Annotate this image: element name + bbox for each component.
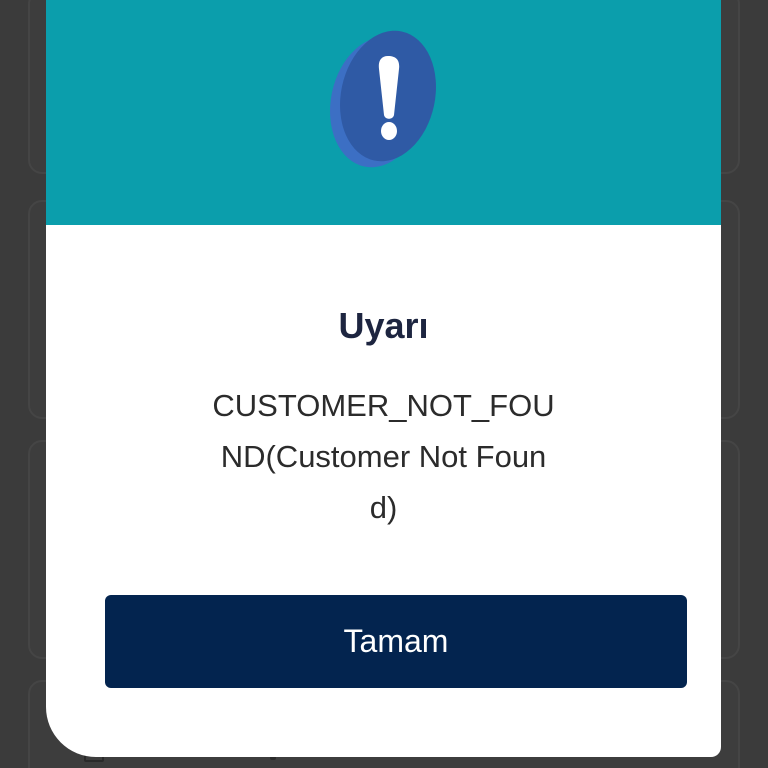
dialog-header: [46, 0, 721, 225]
dialog-message: CUSTOMER_NOT_FOUND(Customer Not Found): [212, 388, 555, 525]
alert-dialog: Uyarı CUSTOMER_NOT_FOUND(Customer Not Fo…: [46, 0, 721, 757]
ok-button[interactable]: Tamam: [105, 595, 687, 688]
exclamation-icon: [330, 30, 436, 168]
dialog-title: Uyarı: [338, 305, 429, 346]
